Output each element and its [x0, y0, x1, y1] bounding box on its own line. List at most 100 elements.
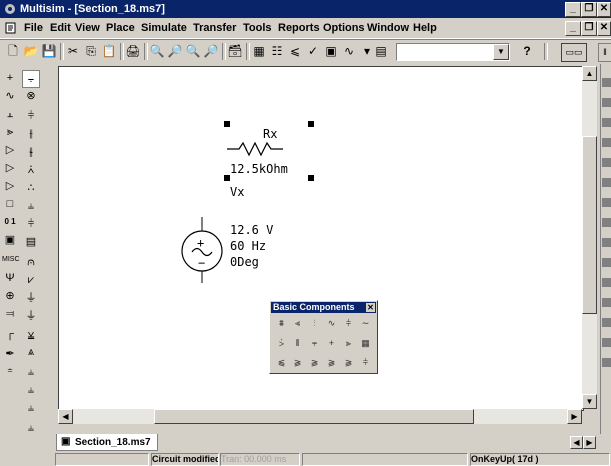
menu-edit[interactable]: Edit [50, 22, 71, 34]
palette-close-button[interactable]: ✕ [366, 303, 375, 312]
component-icon[interactable]: 🗃 [226, 43, 244, 60]
selection-handle[interactable] [224, 121, 230, 127]
pulse-icon[interactable]: ┌ [2, 326, 18, 342]
zoom-fit-icon[interactable]: 🔎 [202, 43, 220, 60]
electrolytic-cap-icon[interactable]: + [324, 336, 339, 350]
dc-source-icon[interactable]: ⏚ [23, 290, 39, 306]
connector-basic-icon[interactable]: ⫺ [341, 355, 356, 369]
inductor-basic-icon[interactable]: ∼ [358, 316, 373, 330]
battery-icon[interactable]: ⏚ [23, 308, 39, 324]
tab-section-18[interactable]: ▣ Section_18.ms7 [56, 434, 158, 451]
vertical-scroll-thumb[interactable] [582, 136, 597, 314]
iv-analyzer-icon[interactable] [602, 298, 611, 307]
analog-icon[interactable]: ▷ [2, 142, 18, 158]
resistor-symbol[interactable] [227, 141, 283, 157]
inductor-icon[interactable]: ⫲ [23, 126, 39, 142]
close-button[interactable]: ✕ [597, 2, 611, 17]
mdi-close-button[interactable]: ✕ [597, 21, 611, 36]
variable-inductor-icon[interactable]: ⫧ [307, 336, 322, 350]
menu-transfer[interactable]: Transfer [193, 22, 236, 34]
spectrum-analyzer-icon[interactable] [602, 258, 611, 267]
vcc-icon[interactable]: ⫨ [23, 364, 39, 380]
menu-options[interactable]: Options [323, 22, 365, 34]
bode-plotter-icon[interactable] [602, 158, 611, 167]
tab-scroll-right-button[interactable]: ▶ [583, 436, 596, 449]
paste-icon[interactable]: 📋 [100, 43, 118, 60]
coupled-inductor-icon[interactable]: ⫺ [324, 355, 339, 369]
zoom-in-icon[interactable]: 🔍 [148, 43, 166, 60]
maximize-button[interactable]: ❐ [581, 2, 597, 17]
instrument-toggle-icon[interactable]: ▭▭ [561, 43, 587, 62]
menu-help[interactable]: Help [413, 22, 437, 34]
network-analyzer-icon[interactable] [602, 278, 611, 287]
transformer-ct-icon[interactable]: ⫺ [290, 355, 305, 369]
zoom-area-icon[interactable]: 🔍 [184, 43, 202, 60]
place-bus-icon[interactable]: ≐ [2, 364, 18, 380]
vdd-icon[interactable]: ⫨ [23, 382, 39, 398]
print-icon[interactable]: 🖨 [124, 43, 142, 60]
open-icon[interactable]: 📂 [22, 43, 40, 60]
minimize-button[interactable]: _ [565, 2, 581, 17]
logic-converter-icon[interactable] [602, 218, 611, 227]
menu-tools[interactable]: Tools [243, 22, 272, 34]
resistor-basic-icon[interactable]: ∿ [324, 316, 339, 330]
grapher-icon[interactable]: ▣ [322, 43, 340, 60]
horizontal-scroll-thumb[interactable] [154, 409, 474, 424]
wattmeter-icon[interactable] [602, 118, 611, 127]
electrical-rules-icon[interactable]: ▤ [372, 43, 390, 60]
database-icon[interactable]: ☷ [268, 43, 286, 60]
menu-view[interactable]: View [75, 22, 100, 34]
multimeter-icon[interactable] [602, 78, 611, 87]
palette-title-bar[interactable]: Basic Components ✕ [271, 302, 376, 313]
relay-icon[interactable]: ⩑ [23, 162, 39, 178]
cmos-icon[interactable]: ▷ [2, 178, 18, 194]
basic-components-icon[interactable]: ⨪ [22, 70, 40, 88]
switch-icon[interactable]: ⫳ [23, 144, 39, 160]
relay-basic-icon[interactable]: ⫺ [307, 355, 322, 369]
diode-icon[interactable]: ⫠ [2, 106, 18, 122]
connector-icon[interactable]: ⫨ [23, 198, 39, 214]
tab-scroll-left-button[interactable]: ◀ [570, 436, 583, 449]
word-generator-icon[interactable] [602, 178, 611, 187]
agilent-instrument-icon[interactable] [602, 338, 611, 347]
distortion-analyzer-icon[interactable] [602, 238, 611, 247]
hierarchy-icon[interactable]: ⩽ [286, 43, 304, 60]
fuse-icon[interactable]: ⩗ [23, 272, 39, 288]
ladder-icon[interactable]: ⫤ [2, 306, 18, 322]
pen-icon[interactable]: ✒ [2, 346, 18, 362]
menu-window[interactable]: Window [367, 22, 409, 34]
copy-icon[interactable]: ⎘ [82, 43, 100, 60]
new-icon[interactable]: 🗋 [4, 43, 22, 60]
switch-basic-icon[interactable]: ⫸ [341, 336, 356, 350]
zoom-out-icon[interactable]: 🔎 [166, 43, 184, 60]
indicator-icon[interactable]: ▣ [2, 232, 18, 248]
vee-icon[interactable]: ⫨ [23, 400, 39, 416]
frequency-counter-icon[interactable] [602, 318, 611, 327]
postprocessor-icon[interactable]: ∿ [340, 43, 358, 60]
selection-handle[interactable] [308, 175, 314, 181]
resistor-icon[interactable]: ∿ [2, 88, 18, 104]
vss-icon[interactable]: ⫨ [23, 420, 39, 436]
ground-icon[interactable]: ⩀ [23, 254, 39, 270]
ttl-icon[interactable]: ▷ [2, 160, 18, 176]
zoom-component-icon[interactable]: ⊗ [23, 88, 39, 104]
socket-icon[interactable]: ▤ [23, 234, 39, 250]
nonlinear-transformer-icon[interactable]: ⫩ [358, 355, 373, 369]
horizontal-scrollbar[interactable]: ◀ ▶ [58, 409, 582, 424]
electromechanical-icon[interactable]: ⊕ [2, 288, 18, 304]
transistor-icon[interactable]: ⪢ [2, 124, 18, 140]
simulate-switch-icon[interactable]: ‖ [598, 43, 611, 62]
oscilloscope-icon[interactable] [602, 138, 611, 147]
scroll-down-button[interactable]: ▼ [582, 394, 597, 409]
mdi-restore-button[interactable]: ❐ [581, 21, 597, 36]
misc-icon[interactable]: MISC [2, 252, 20, 268]
help-button[interactable]: ? [518, 43, 536, 60]
socket-basic-icon[interactable]: ▦ [358, 336, 373, 350]
vertical-scrollbar[interactable]: ▲ ▼ [582, 66, 597, 409]
capacitor-icon[interactable]: ⫩ [23, 108, 39, 124]
menu-place[interactable]: Place [106, 22, 135, 34]
selection-handle[interactable] [308, 121, 314, 127]
resistor-array-icon[interactable]: ⫶ [307, 316, 322, 330]
in-use-list-combo[interactable]: ▼ [396, 43, 510, 61]
clock-source-icon[interactable]: ⩓ [23, 344, 39, 360]
